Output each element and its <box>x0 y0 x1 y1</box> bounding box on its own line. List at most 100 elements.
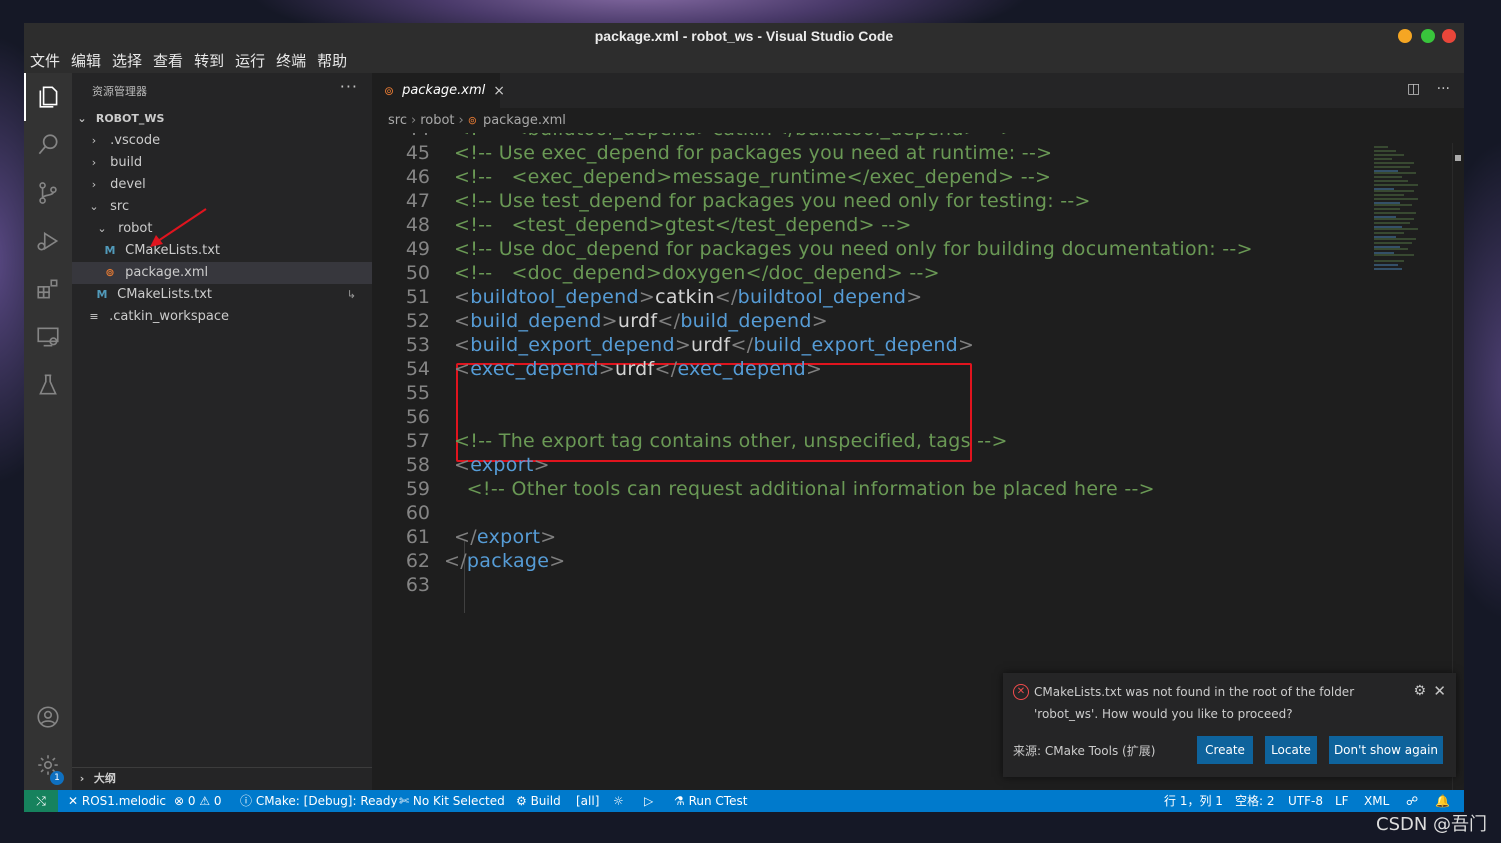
code-line[interactable]: 55 <box>372 381 1366 405</box>
tree-label: package.xml <box>125 265 209 280</box>
problems-count[interactable]: ⊗ 0 ⚠ 0 <box>174 790 222 812</box>
code-token: export <box>470 454 534 476</box>
create-button[interactable]: Create <box>1197 736 1253 764</box>
run-icon[interactable]: ▷ <box>644 790 653 812</box>
line-number: 45 <box>405 142 430 164</box>
code-line[interactable]: 46 <!-- <exec_depend>message_runtime</exe… <box>372 165 1366 189</box>
testing-icon[interactable] <box>24 361 72 409</box>
line-content: <!-- Use test_depend for packages you ne… <box>454 189 1091 213</box>
ros-distro[interactable]: ✕ ROS1.melodic <box>68 790 166 812</box>
code-line[interactable]: 59 <!-- Other tools can request addition… <box>372 477 1366 501</box>
remote-indicator[interactable]: ⤭ <box>24 790 58 812</box>
build-target[interactable]: [all] <box>576 790 599 812</box>
source-control-icon[interactable] <box>24 169 72 217</box>
more-actions-button[interactable]: ··· <box>340 77 358 96</box>
menu-help[interactable]: 帮助 <box>315 49 354 74</box>
code-line[interactable]: 52 <build_depend>urdf</build_depend> <box>372 309 1366 333</box>
menu-selection[interactable]: 选择 <box>110 49 149 74</box>
minimize-button[interactable] <box>1398 29 1412 43</box>
file-catkin-workspace[interactable]: ≡ .catkin_workspace <box>72 306 372 328</box>
code-line[interactable]: 51 <buildtool_depend>catkin</buildtool_de… <box>372 285 1366 309</box>
code-line[interactable]: 53 <build_export_depend>urdf</build_expor… <box>372 333 1366 357</box>
code-line[interactable]: 61 </export> <box>372 525 1366 549</box>
explorer-icon[interactable] <box>24 73 72 121</box>
title-bar: package.xml - robot_ws - Visual Studio C… <box>24 23 1464 49</box>
code-token: > <box>549 550 566 572</box>
chevron-right-icon: › <box>458 112 464 128</box>
close-icon[interactable]: ✕ <box>1433 682 1446 700</box>
build-button[interactable]: ⚙ Build <box>516 790 561 812</box>
outline-section[interactable]: › 大纲 <box>72 767 372 790</box>
menu-view[interactable]: 查看 <box>151 49 190 74</box>
breadcrumb-file[interactable]: package.xml <box>483 113 566 128</box>
account-icon[interactable] <box>24 693 72 741</box>
folder-vscode[interactable]: › .vscode <box>72 130 372 152</box>
folder-src[interactable]: ⌄ src <box>72 196 372 218</box>
tab-package-xml[interactable]: ⊚ package.xml × <box>372 73 505 108</box>
close-window-button[interactable] <box>1442 29 1456 43</box>
code-token: < <box>454 334 471 356</box>
code-line[interactable]: 49 <!-- Use doc_depend for packages you n… <box>372 237 1366 261</box>
language-mode[interactable]: XML <box>1364 790 1389 812</box>
code-line[interactable]: 60 <box>372 501 1366 525</box>
cmake-status[interactable]: ⓘ CMake: [Debug]: Ready <box>240 790 398 812</box>
gear-icon[interactable]: ⚙ <box>1413 683 1426 699</box>
code-token: > <box>806 358 823 380</box>
code-line[interactable]: 63 <box>372 573 1366 597</box>
code-token: > <box>811 310 828 332</box>
code-line[interactable]: 44 <!-- <buildtool_depend>catkin</buildto… <box>372 133 1366 141</box>
run-ctest-button[interactable]: ⚗ Run CTest <box>674 790 747 812</box>
dont-show-again-button[interactable]: Don't show again <box>1329 736 1443 764</box>
line-content: <exec_depend>urdf</exec_depend> <box>454 357 822 381</box>
indentation[interactable]: 空格: 2 <box>1235 790 1275 812</box>
code-token: <!-- Use doc_depend for packages you nee… <box>454 238 1253 260</box>
code-line[interactable]: 50 <!-- <doc_depend>doxygen</doc_depend> … <box>372 261 1366 285</box>
line-number: 50 <box>405 262 430 284</box>
editor-actions: ◫ ··· <box>1407 81 1450 97</box>
workspace-root[interactable]: ⌄ ROBOT_WS <box>72 108 372 130</box>
feedback-icon[interactable]: ☍ <box>1406 790 1418 812</box>
split-editor-icon[interactable]: ◫ <box>1407 81 1420 97</box>
more-actions-icon[interactable]: ··· <box>1437 81 1450 97</box>
code-line[interactable]: 47 <!-- Use test_depend for packages you … <box>372 189 1366 213</box>
kit-selector[interactable]: ✄ No Kit Selected <box>399 790 505 812</box>
code-line[interactable]: 62 </package> <box>372 549 1366 573</box>
menu-go[interactable]: 转到 <box>192 49 231 74</box>
folder-robot[interactable]: ⌄ robot <box>72 218 372 240</box>
code-line[interactable]: 56 <box>372 405 1366 429</box>
folder-devel[interactable]: › devel <box>72 174 372 196</box>
menu-edit[interactable]: 编辑 <box>69 49 108 74</box>
run-debug-icon[interactable] <box>24 217 72 265</box>
notifications-bell-icon[interactable]: 🔔 <box>1435 790 1450 812</box>
code-line[interactable]: 57 <!-- The export tag contains other, un… <box>372 429 1366 453</box>
settings-gear-icon[interactable]: 1 <box>24 741 72 789</box>
code-token: buildtool_depend <box>470 286 639 308</box>
code-token: > <box>958 334 975 356</box>
remote-explorer-icon[interactable] <box>24 313 72 361</box>
breadcrumb-src[interactable]: src <box>388 113 407 128</box>
line-ending[interactable]: LF <box>1335 790 1349 812</box>
search-icon[interactable] <box>24 121 72 169</box>
close-tab-button[interactable]: × <box>493 83 505 99</box>
menu-terminal[interactable]: 终端 <box>274 49 313 74</box>
locate-button[interactable]: Locate <box>1265 736 1317 764</box>
file-robot-cmakelists[interactable]: M CMakeLists.txt <box>72 240 372 262</box>
file-src-cmakelists[interactable]: M CMakeLists.txt ↳ <box>72 284 372 306</box>
breadcrumb-robot[interactable]: robot <box>420 113 454 128</box>
code-token: <!-- <doc_depend>doxygen</doc_depend> --… <box>454 262 940 284</box>
file-package-xml[interactable]: ⊚ package.xml <box>72 262 372 284</box>
maximize-button[interactable] <box>1421 29 1435 43</box>
code-line[interactable]: 58 <export> <box>372 453 1366 477</box>
code-token: exec_depend <box>677 358 806 380</box>
menu-run[interactable]: 运行 <box>233 49 272 74</box>
code-line[interactable]: 54 <exec_depend>urdf</exec_depend> <box>372 357 1366 381</box>
encoding[interactable]: UTF-8 <box>1288 790 1323 812</box>
menu-file[interactable]: 文件 <box>28 49 67 74</box>
extensions-icon[interactable] <box>24 265 72 313</box>
cursor-position[interactable]: 行 1，列 1 <box>1164 790 1223 812</box>
code-token: > <box>674 334 692 356</box>
code-line[interactable]: 45 <!-- Use exec_depend for packages you … <box>372 141 1366 165</box>
folder-build[interactable]: › build <box>72 152 372 174</box>
debug-icon[interactable]: ☼ <box>613 790 624 812</box>
code-line[interactable]: 48 <!-- <test_depend>gtest</test_depend> … <box>372 213 1366 237</box>
